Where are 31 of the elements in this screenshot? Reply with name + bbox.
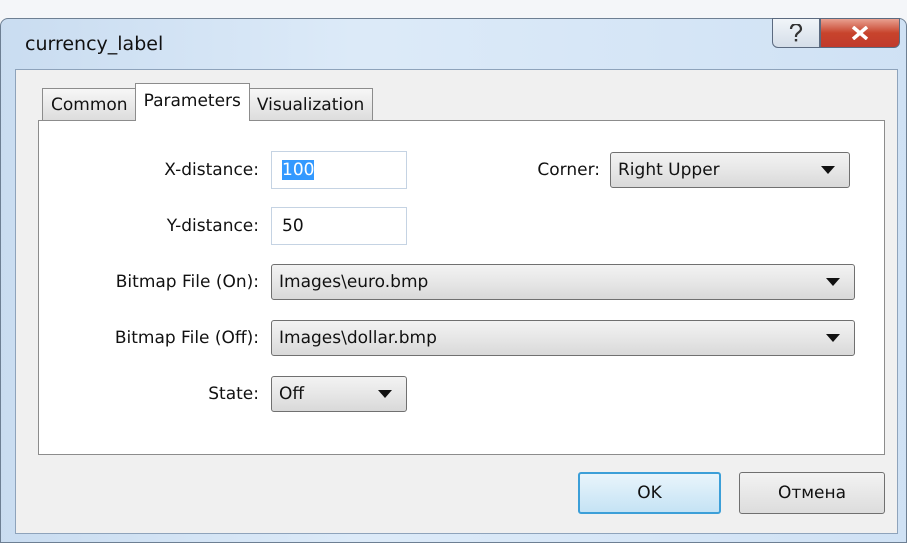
- dropdown-value: Off: [279, 384, 304, 404]
- dropdown[interactable]: Images\euro.bmp: [271, 264, 855, 300]
- tab[interactable]: Parameters: [134, 83, 250, 121]
- tab[interactable]: Visualization: [248, 88, 374, 120]
- field-label: X-distance:: [163, 160, 259, 180]
- close-icon: [851, 26, 869, 40]
- field-label: Corner:: [537, 160, 600, 180]
- field-label: State:: [207, 384, 259, 404]
- dropdown-value: Images\euro.bmp: [279, 272, 428, 292]
- window-title: currency_label: [24, 33, 164, 55]
- dropdown[interactable]: Off: [271, 376, 407, 412]
- dialog-button[interactable]: Отмена: [739, 472, 885, 514]
- help-icon: [789, 24, 803, 42]
- caret-icon: [826, 278, 840, 286]
- field-value: 50: [282, 216, 304, 236]
- field-value: 100: [282, 160, 314, 180]
- dropdown-value: Images\dollar.bmp: [279, 328, 437, 348]
- dropdown[interactable]: Right Upper: [610, 152, 850, 188]
- caret-icon: [378, 390, 392, 398]
- field-label: Bitmap File (On):: [114, 272, 259, 292]
- caret-icon: [821, 166, 835, 174]
- field-label: Y-distance:: [166, 216, 259, 236]
- caret-icon: [826, 334, 840, 342]
- dropdown-value: Right Upper: [618, 160, 720, 180]
- input-field[interactable]: 50: [271, 207, 407, 245]
- dropdown[interactable]: Images\dollar.bmp: [271, 320, 855, 356]
- close-button[interactable]: [820, 18, 900, 48]
- tab[interactable]: Common: [42, 88, 137, 120]
- field-label: Bitmap File (Off):: [114, 328, 259, 348]
- help-button[interactable]: [772, 18, 820, 48]
- dialog-button[interactable]: OK: [578, 472, 721, 514]
